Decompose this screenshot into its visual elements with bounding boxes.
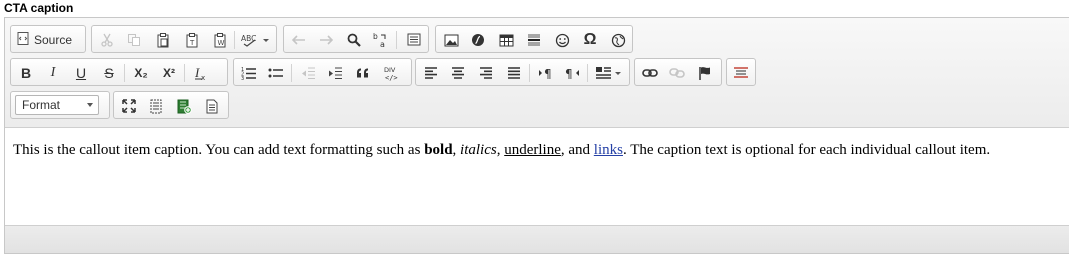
redo-icon[interactable] <box>315 30 337 50</box>
smiley-icon[interactable] <box>551 30 573 50</box>
outdent-icon[interactable] <box>297 63 319 83</box>
svg-text:¶: ¶ <box>565 67 573 79</box>
undo-icon[interactable] <box>288 30 310 50</box>
search-icon[interactable] <box>343 30 365 50</box>
div-container-icon[interactable]: DIV </> <box>380 63 402 83</box>
source-button[interactable]: Source <box>17 30 72 50</box>
svg-text:DIV: DIV <box>384 66 396 74</box>
text-segment: , <box>452 142 461 158</box>
replace-icon[interactable]: ba <box>370 30 392 50</box>
insert-group: Ω <box>435 25 633 53</box>
globe-icon[interactable] <box>607 30 629 50</box>
scissors-icon[interactable] <box>96 30 118 50</box>
ltr-icon[interactable]: ¶ <box>535 63 557 83</box>
rtl-icon[interactable]: ¶ <box>562 63 584 83</box>
align-left-icon[interactable] <box>420 63 442 83</box>
separator <box>184 64 185 82</box>
svg-text:W: W <box>218 39 225 47</box>
separator <box>529 64 530 82</box>
separator <box>234 31 235 49</box>
underline-button[interactable]: U <box>70 63 92 83</box>
separator <box>587 64 588 82</box>
editor-content[interactable]: This is the callout item caption. You ca… <box>13 142 1069 159</box>
content-link[interactable]: links <box>594 142 623 158</box>
basic-styles-group: B I U S X₂ X² Ix <box>10 58 228 86</box>
blocks-icon[interactable] <box>145 96 167 116</box>
separator <box>124 64 125 82</box>
svg-text:b: b <box>373 32 378 41</box>
separator <box>396 31 397 49</box>
select-all-icon[interactable] <box>403 30 425 50</box>
field-label: CTA caption <box>4 1 74 15</box>
copy-icon[interactable] <box>123 30 145 50</box>
svg-text:3: 3 <box>241 76 244 80</box>
text-segment: , and <box>560 142 594 158</box>
editor-toolbar: Source T W ABC b a Ω B I U S X₂ X² I x 1… <box>5 18 1069 128</box>
svg-text:</>: </> <box>385 74 398 81</box>
justify-icon[interactable] <box>503 63 525 83</box>
text-segment: . The caption text is optional for each … <box>622 142 991 158</box>
paste-word-icon[interactable]: W <box>209 30 231 50</box>
paste-icon[interactable] <box>152 30 174 50</box>
separator <box>291 64 292 82</box>
tools-group <box>113 91 229 119</box>
alignment-group: ¶ ¶ <box>415 58 630 86</box>
rich-text-editor: Source T W ABC b a Ω B I U S X₂ X² I x 1… <box>4 17 1069 254</box>
format-group: Format <box>10 91 110 119</box>
editor-status-bar <box>5 225 1069 253</box>
indent-icon[interactable] <box>324 63 346 83</box>
flag-icon[interactable] <box>694 63 716 83</box>
bold-text: bold <box>424 142 453 158</box>
flash-icon[interactable] <box>467 30 489 50</box>
maximize-icon[interactable] <box>118 96 140 116</box>
svg-text:x: x <box>201 74 205 81</box>
strikethrough-button[interactable]: S <box>98 63 120 83</box>
text-segment: This is the callout item caption. You ca… <box>13 142 425 158</box>
format-dropdown[interactable]: Format <box>15 95 99 115</box>
align-right-icon[interactable] <box>475 63 497 83</box>
link-group <box>634 58 722 86</box>
paste-text-icon[interactable]: T <box>181 30 203 50</box>
italic-button[interactable]: I <box>42 63 64 83</box>
special-character-icon[interactable]: Ω <box>579 30 601 50</box>
paragraph-group: 123 DIV </> <box>233 58 412 86</box>
remove-format-icon[interactable]: Ix <box>191 63 213 83</box>
superscript-button[interactable]: X² <box>158 63 180 83</box>
link-icon[interactable] <box>639 63 661 83</box>
language-icon[interactable] <box>593 63 625 83</box>
spellcheck-icon[interactable]: ABC <box>240 30 272 50</box>
format-label: Format <box>22 98 61 112</box>
show-blocks-icon[interactable] <box>730 63 752 83</box>
source-group: Source <box>10 25 86 53</box>
svg-text:a: a <box>380 40 385 48</box>
source-icon <box>17 32 29 48</box>
underline-text: underline <box>504 142 561 158</box>
source-label: Source <box>34 33 73 47</box>
horizontal-line-icon[interactable] <box>523 30 545 50</box>
ordered-list-icon[interactable]: 123 <box>238 63 260 83</box>
bulleted-list-icon[interactable] <box>265 63 287 83</box>
undo-find-group: ba <box>283 25 429 53</box>
chevron-down-icon <box>87 103 93 107</box>
table-icon[interactable] <box>495 30 517 50</box>
unlink-icon[interactable] <box>666 63 688 83</box>
subscript-button[interactable]: X₂ <box>130 63 152 83</box>
align-center-icon[interactable] <box>447 63 469 83</box>
bold-button[interactable]: B <box>15 63 37 83</box>
blockquote-icon[interactable] <box>352 63 374 83</box>
svg-text:¶: ¶ <box>544 67 552 79</box>
svg-text:T: T <box>189 39 195 47</box>
document-icon[interactable] <box>201 96 223 116</box>
italic-text: italics <box>460 142 497 158</box>
show-blocks-group <box>726 58 756 86</box>
media-embed-icon[interactable] <box>173 96 195 116</box>
svg-text:I: I <box>194 65 200 80</box>
image-icon[interactable] <box>440 30 462 50</box>
clipboard-group: T W ABC <box>91 25 277 53</box>
svg-text:ABC: ABC <box>241 34 256 43</box>
